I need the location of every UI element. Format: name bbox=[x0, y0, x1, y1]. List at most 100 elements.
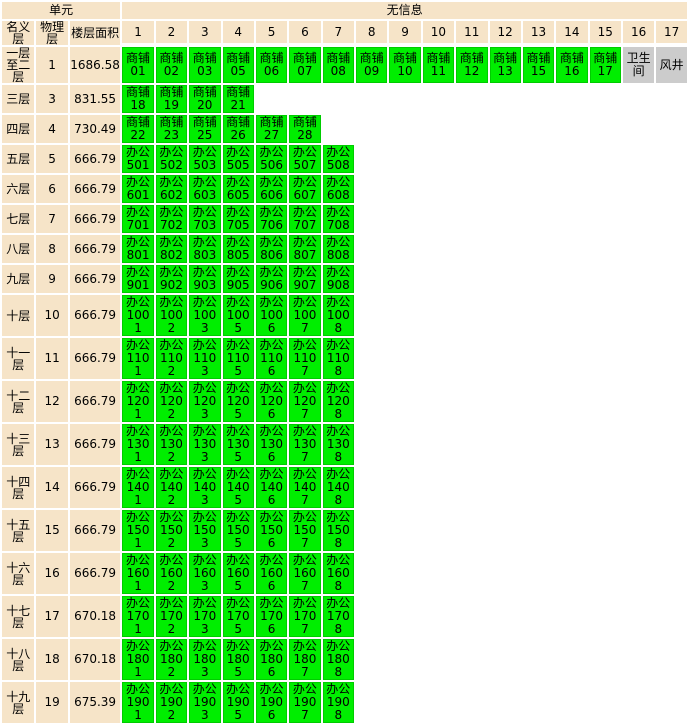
unit-cell[interactable]: 办公607 bbox=[289, 175, 321, 203]
unit-cell[interactable]: 办公1406 bbox=[255, 467, 288, 508]
unit-cell[interactable]: 办公1307 bbox=[289, 424, 321, 465]
unit-cell[interactable]: 办公1408 bbox=[322, 467, 354, 508]
unit-cell[interactable]: 办公1101 bbox=[122, 338, 154, 379]
unit-cell[interactable]: 办公1107 bbox=[289, 338, 321, 379]
unit-cell[interactable]: 办公902 bbox=[155, 265, 188, 293]
unit-cell[interactable]: 办公1207 bbox=[289, 381, 321, 422]
unit-cell[interactable]: 办公1903 bbox=[189, 682, 221, 723]
unit-cell[interactable]: 办公1206 bbox=[255, 381, 288, 422]
unit-cell[interactable]: 办公907 bbox=[289, 265, 321, 293]
unit-cell[interactable]: 商铺22 bbox=[122, 115, 154, 143]
unit-cell[interactable]: 办公1403 bbox=[189, 467, 221, 508]
unit-cell[interactable]: 办公1003 bbox=[189, 295, 221, 336]
unit-cell[interactable]: 办公707 bbox=[289, 205, 321, 233]
unit-cell[interactable]: 办公507 bbox=[289, 145, 321, 173]
unit-cell[interactable]: 办公1202 bbox=[155, 381, 188, 422]
unit-cell[interactable]: 办公702 bbox=[155, 205, 188, 233]
unit-cell[interactable]: 办公505 bbox=[222, 145, 254, 173]
unit-cell[interactable]: 办公1308 bbox=[322, 424, 354, 465]
unit-cell[interactable]: 办公1203 bbox=[189, 381, 221, 422]
unit-cell[interactable]: 商铺15 bbox=[522, 47, 555, 83]
unit-cell[interactable]: 办公1708 bbox=[322, 596, 354, 637]
unit-cell[interactable]: 办公1005 bbox=[222, 295, 254, 336]
unit-cell[interactable]: 办公1301 bbox=[122, 424, 154, 465]
unit-cell[interactable]: 商铺01 bbox=[122, 47, 154, 83]
unit-cell[interactable]: 办公1405 bbox=[222, 467, 254, 508]
unit-cell[interactable]: 办公805 bbox=[222, 235, 254, 263]
unit-cell[interactable]: 商铺20 bbox=[189, 85, 221, 113]
unit-cell[interactable]: 商铺25 bbox=[189, 115, 221, 143]
unit-cell[interactable]: 商铺13 bbox=[489, 47, 521, 83]
unit-cell[interactable]: 办公503 bbox=[189, 145, 221, 173]
unit-cell[interactable]: 办公1803 bbox=[189, 639, 221, 680]
unit-cell[interactable]: 办公1505 bbox=[222, 510, 254, 551]
unit-cell[interactable]: 办公901 bbox=[122, 265, 154, 293]
facility-cell[interactable]: 风井 bbox=[656, 47, 687, 83]
unit-cell[interactable]: 办公1508 bbox=[322, 510, 354, 551]
unit-cell[interactable]: 办公1901 bbox=[122, 682, 154, 723]
unit-cell[interactable]: 办公1007 bbox=[289, 295, 321, 336]
unit-cell[interactable]: 商铺21 bbox=[222, 85, 254, 113]
unit-cell[interactable]: 办公1602 bbox=[155, 553, 188, 594]
unit-cell[interactable]: 办公1607 bbox=[289, 553, 321, 594]
unit-cell[interactable]: 办公1801 bbox=[122, 639, 154, 680]
unit-cell[interactable]: 办公1907 bbox=[289, 682, 321, 723]
unit-cell[interactable]: 办公1303 bbox=[189, 424, 221, 465]
unit-cell[interactable]: 办公1703 bbox=[189, 596, 221, 637]
unit-cell[interactable]: 办公608 bbox=[322, 175, 354, 203]
unit-cell[interactable]: 办公903 bbox=[189, 265, 221, 293]
unit-cell[interactable]: 商铺11 bbox=[422, 47, 455, 83]
unit-cell[interactable]: 办公1201 bbox=[122, 381, 154, 422]
unit-cell[interactable]: 办公708 bbox=[322, 205, 354, 233]
unit-cell[interactable]: 办公1102 bbox=[155, 338, 188, 379]
unit-cell[interactable]: 办公1605 bbox=[222, 553, 254, 594]
unit-cell[interactable]: 商铺26 bbox=[222, 115, 254, 143]
unit-cell[interactable]: 商铺19 bbox=[155, 85, 188, 113]
unit-cell[interactable]: 办公1108 bbox=[322, 338, 354, 379]
unit-cell[interactable]: 办公1606 bbox=[255, 553, 288, 594]
unit-cell[interactable]: 商铺02 bbox=[155, 47, 188, 83]
unit-cell[interactable]: 商铺07 bbox=[289, 47, 321, 83]
unit-cell[interactable]: 办公1002 bbox=[155, 295, 188, 336]
unit-cell[interactable]: 办公1401 bbox=[122, 467, 154, 508]
unit-cell[interactable]: 办公1807 bbox=[289, 639, 321, 680]
unit-cell[interactable]: 办公701 bbox=[122, 205, 154, 233]
unit-cell[interactable]: 办公1008 bbox=[322, 295, 354, 336]
unit-cell[interactable]: 办公506 bbox=[255, 145, 288, 173]
unit-cell[interactable]: 办公1902 bbox=[155, 682, 188, 723]
unit-cell[interactable]: 办公1402 bbox=[155, 467, 188, 508]
unit-cell[interactable]: 办公501 bbox=[122, 145, 154, 173]
unit-cell[interactable]: 办公1707 bbox=[289, 596, 321, 637]
unit-cell[interactable]: 办公605 bbox=[222, 175, 254, 203]
unit-cell[interactable]: 办公1305 bbox=[222, 424, 254, 465]
unit-cell[interactable]: 办公806 bbox=[255, 235, 288, 263]
unit-cell[interactable]: 办公1706 bbox=[255, 596, 288, 637]
unit-cell[interactable]: 办公508 bbox=[322, 145, 354, 173]
unit-cell[interactable]: 办公1705 bbox=[222, 596, 254, 637]
unit-cell[interactable]: 办公1507 bbox=[289, 510, 321, 551]
unit-cell[interactable]: 商铺05 bbox=[222, 47, 254, 83]
unit-cell[interactable]: 办公1208 bbox=[322, 381, 354, 422]
unit-cell[interactable]: 办公1805 bbox=[222, 639, 254, 680]
unit-cell[interactable]: 办公807 bbox=[289, 235, 321, 263]
unit-cell[interactable]: 商铺16 bbox=[556, 47, 588, 83]
unit-cell[interactable]: 办公801 bbox=[122, 235, 154, 263]
unit-cell[interactable]: 办公906 bbox=[255, 265, 288, 293]
unit-cell[interactable]: 商铺28 bbox=[289, 115, 321, 143]
unit-cell[interactable]: 办公1702 bbox=[155, 596, 188, 637]
unit-cell[interactable]: 办公905 bbox=[222, 265, 254, 293]
unit-cell[interactable]: 办公802 bbox=[155, 235, 188, 263]
unit-cell[interactable]: 办公1601 bbox=[122, 553, 154, 594]
unit-cell[interactable]: 办公1407 bbox=[289, 467, 321, 508]
unit-cell[interactable]: 办公1502 bbox=[155, 510, 188, 551]
unit-cell[interactable]: 商铺09 bbox=[356, 47, 388, 83]
unit-cell[interactable]: 办公908 bbox=[322, 265, 354, 293]
unit-cell[interactable]: 商铺27 bbox=[255, 115, 288, 143]
unit-cell[interactable]: 商铺10 bbox=[389, 47, 421, 83]
unit-cell[interactable]: 办公1503 bbox=[189, 510, 221, 551]
unit-cell[interactable]: 商铺03 bbox=[189, 47, 221, 83]
unit-cell[interactable]: 办公703 bbox=[189, 205, 221, 233]
facility-cell[interactable]: 卫生间 bbox=[623, 47, 655, 83]
unit-cell[interactable]: 办公1006 bbox=[255, 295, 288, 336]
unit-cell[interactable]: 办公1501 bbox=[122, 510, 154, 551]
